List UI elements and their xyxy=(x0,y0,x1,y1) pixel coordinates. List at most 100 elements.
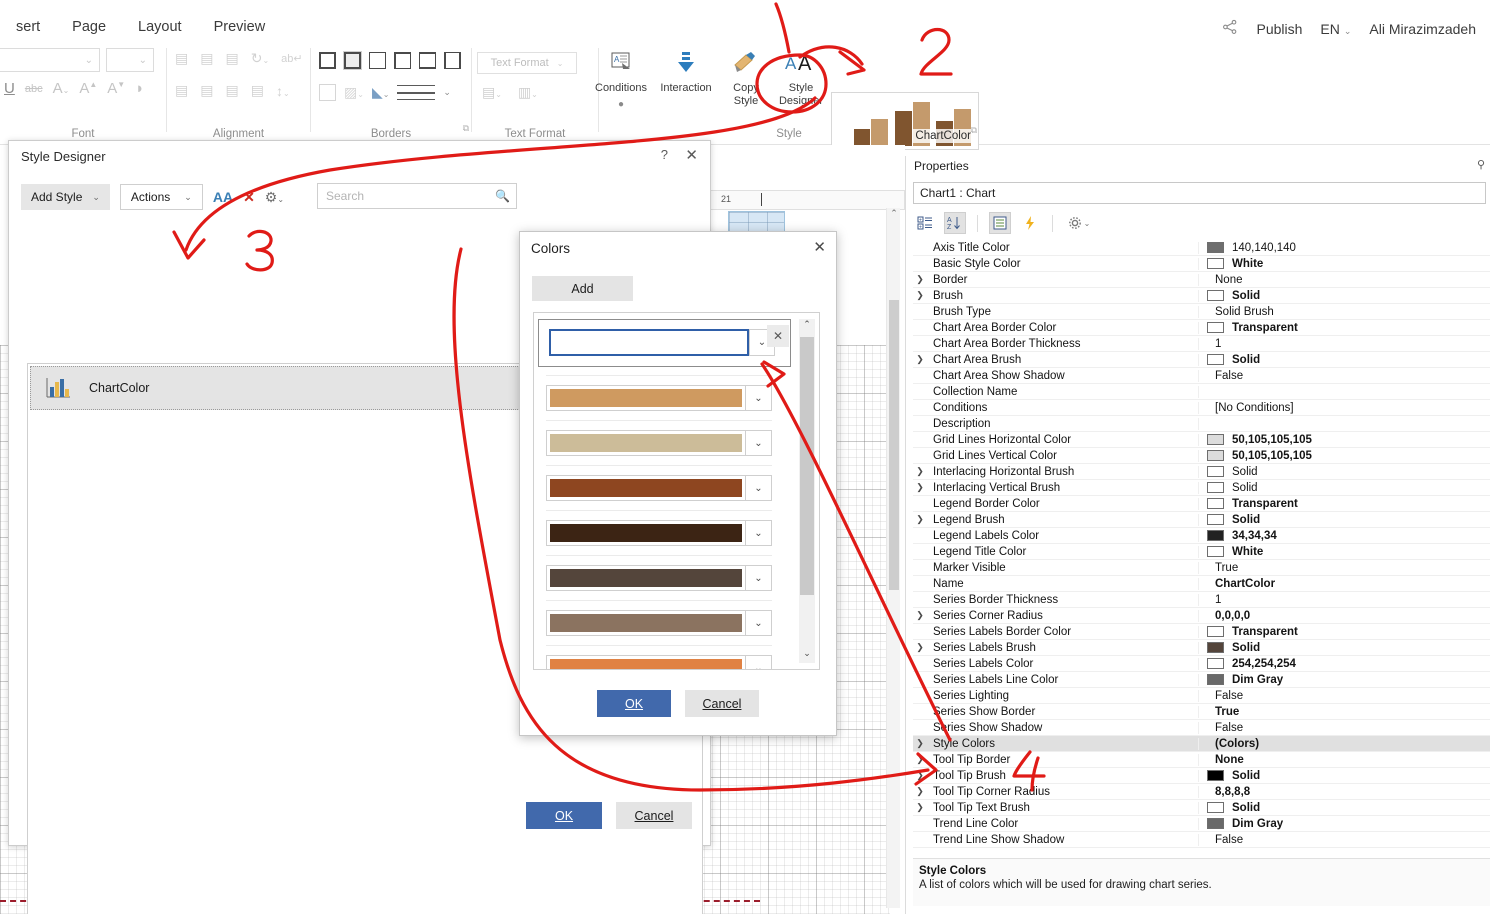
gear-icon[interactable]: ⚙⌄ xyxy=(265,189,284,206)
color-dropdown-4[interactable]: ⌄ xyxy=(746,520,772,546)
property-value[interactable]: Solid xyxy=(1199,354,1490,366)
decrease-font-size-icon[interactable]: A▼ xyxy=(107,80,125,97)
style-designer-button[interactable]: A A Style Designer xyxy=(774,48,828,107)
color-dropdown-6[interactable]: ⌄ xyxy=(746,610,772,636)
property-row[interactable]: ❯ Chart Area Brush Solid xyxy=(913,352,1490,368)
border-color-icon[interactable]: ◣⌄ xyxy=(372,84,389,101)
chevron-right-icon[interactable]: ❯ xyxy=(913,514,927,525)
property-value[interactable]: ChartColor xyxy=(1199,578,1490,590)
property-row[interactable]: ❯ Style Colors (Colors) xyxy=(913,736,1490,752)
chevron-right-icon[interactable]: ❯ xyxy=(913,290,927,301)
events-icon[interactable] xyxy=(1019,212,1041,234)
properties-grid[interactable]: Axis Title Color 140,140,140 Basic Style C… xyxy=(913,240,1490,914)
fill-color-icon[interactable]: ▨⌄ xyxy=(344,84,364,101)
align-top-icon[interactable]: ▤ xyxy=(175,50,188,67)
property-value[interactable]: False xyxy=(1199,690,1490,702)
property-row[interactable]: ❯ Series Labels Brush Solid xyxy=(913,640,1490,656)
alphabetical-sort-icon[interactable]: AZ xyxy=(944,212,966,234)
color-dropdown-1[interactable]: ⌄ xyxy=(746,385,772,411)
color-row-selected[interactable]: ⌄ xyxy=(538,319,791,367)
property-row[interactable]: ❯ Interlacing Vertical Brush Solid xyxy=(913,480,1490,496)
color-swatch-5[interactable] xyxy=(546,565,746,591)
property-row[interactable]: Basic Style Color White xyxy=(913,256,1490,272)
property-value[interactable]: True xyxy=(1199,562,1490,574)
property-value[interactable]: Transparent xyxy=(1199,626,1490,638)
property-value[interactable]: Solid xyxy=(1199,466,1490,478)
color-dropdown-7[interactable]: ⌄ xyxy=(746,655,772,669)
chevron-right-icon[interactable]: ❯ xyxy=(913,354,927,365)
property-value[interactable]: (Colors) xyxy=(1199,738,1490,750)
property-value[interactable]: 1 xyxy=(1199,338,1490,350)
property-value[interactable]: True xyxy=(1199,706,1490,718)
wrap-text-icon[interactable]: ab↵ xyxy=(281,52,302,65)
color-row-3[interactable]: ⌄ xyxy=(546,475,772,501)
align-right-icon[interactable]: ▤ xyxy=(225,82,238,99)
color-row-1[interactable]: ⌄ xyxy=(546,385,772,411)
underline-icon[interactable]: U xyxy=(4,80,15,97)
chevron-right-icon[interactable]: ❯ xyxy=(913,482,927,493)
style-search-box[interactable]: 🔍 xyxy=(317,183,517,209)
property-value[interactable]: Solid xyxy=(1199,770,1490,782)
property-row[interactable]: Series Labels Line Color Dim Gray xyxy=(913,672,1490,688)
remove-color-button[interactable]: ✕ xyxy=(767,325,789,347)
user-name[interactable]: Ali Mirazimzadeh xyxy=(1369,21,1476,37)
color-dropdown-5[interactable]: ⌄ xyxy=(746,565,772,591)
property-row[interactable]: Chart Area Border Thickness 1 xyxy=(913,336,1490,352)
conditions-dropdown-dot[interactable]: ● xyxy=(594,99,648,112)
text-rotation-icon[interactable]: ↻⌄ xyxy=(251,50,269,67)
font-size-combo[interactable]: ⌄ xyxy=(106,48,154,72)
align-center-icon[interactable]: ▤ xyxy=(200,82,213,99)
property-row[interactable]: ❯ Interlacing Horizontal Brush Solid xyxy=(913,464,1490,480)
property-value[interactable]: Solid xyxy=(1199,514,1490,526)
colors-vertical-scrollbar[interactable]: ⌃ ⌄ xyxy=(799,319,815,663)
interaction-button[interactable]: Interaction xyxy=(659,48,713,95)
property-row[interactable]: Series Labels Border Color Transparent xyxy=(913,624,1490,640)
border-outline-icon[interactable] xyxy=(343,51,362,70)
property-value[interactable]: Solid Brush xyxy=(1199,306,1490,318)
search-icon[interactable]: 🔍 xyxy=(495,189,510,203)
strikethrough-icon[interactable]: abc xyxy=(25,83,43,95)
chevron-down-icon[interactable]: ⌄ xyxy=(443,87,451,98)
property-row[interactable]: Legend Title Color White xyxy=(913,544,1490,560)
format-as-number-icon[interactable]: ▤⌄ xyxy=(482,84,502,101)
property-row[interactable]: Series Show Shadow False xyxy=(913,720,1490,736)
property-row[interactable]: Conditions [No Conditions] xyxy=(913,400,1490,416)
property-row[interactable]: Collection Name xyxy=(913,384,1490,400)
color-swatch-7[interactable] xyxy=(546,655,746,669)
color-swatch-6[interactable] xyxy=(546,610,746,636)
property-row[interactable]: Series Border Thickness 1 xyxy=(913,592,1490,608)
scroll-up-icon[interactable]: ⌃ xyxy=(799,319,815,334)
property-value[interactable]: 254,254,254 xyxy=(1199,658,1490,670)
properties-object-selector[interactable]: Chart1 : Chart xyxy=(913,182,1486,204)
property-row[interactable]: Axis Title Color 140,140,140 xyxy=(913,240,1490,256)
property-value[interactable]: Solid xyxy=(1199,642,1490,654)
clear-formatting-icon[interactable]: ◗ xyxy=(135,80,144,97)
chevron-right-icon[interactable]: ❯ xyxy=(913,786,927,797)
property-row[interactable]: ❯ Series Corner Radius 0,0,0,0 xyxy=(913,608,1490,624)
property-row[interactable]: Trend Line Show Shadow False xyxy=(913,832,1490,848)
border-none-icon[interactable] xyxy=(319,84,336,101)
property-row[interactable]: ❯ Tool Tip Border None xyxy=(913,752,1490,768)
color-swatch-3[interactable] xyxy=(546,475,746,501)
add-style-button[interactable]: Add Style ⌄ xyxy=(21,184,110,210)
ribbon-tab-insert[interactable]: sert xyxy=(0,17,56,37)
actions-button[interactable]: Actions ⌄ xyxy=(119,184,203,210)
search-input[interactable] xyxy=(324,188,496,204)
align-left-icon[interactable]: ▤ xyxy=(175,82,188,99)
copy-style-button[interactable]: Copy Style xyxy=(719,48,773,107)
property-pages-icon[interactable] xyxy=(989,212,1011,234)
help-icon[interactable]: ? xyxy=(661,147,668,162)
style-gallery[interactable]: ChartColor xyxy=(831,92,979,150)
property-value[interactable]: 34,34,34 xyxy=(1199,530,1490,542)
ribbon-tab-layout[interactable]: Layout xyxy=(122,17,198,37)
property-row[interactable]: ❯ Legend Brush Solid xyxy=(913,512,1490,528)
property-row[interactable]: Trend Line Color Dim Gray xyxy=(913,816,1490,832)
gear-icon[interactable]: ⌄ xyxy=(1064,212,1094,234)
style-designer-cancel-button[interactable]: Cancel xyxy=(616,802,692,829)
property-row[interactable]: Description xyxy=(913,416,1490,432)
align-bottom-icon[interactable]: ▤ xyxy=(225,50,238,67)
chevron-right-icon[interactable]: ❯ xyxy=(913,738,927,749)
property-value[interactable]: [No Conditions] xyxy=(1199,402,1490,414)
border-box-icon[interactable] xyxy=(369,52,386,69)
property-row[interactable]: ❯ Tool Tip Corner Radius 8,8,8,8 xyxy=(913,784,1490,800)
